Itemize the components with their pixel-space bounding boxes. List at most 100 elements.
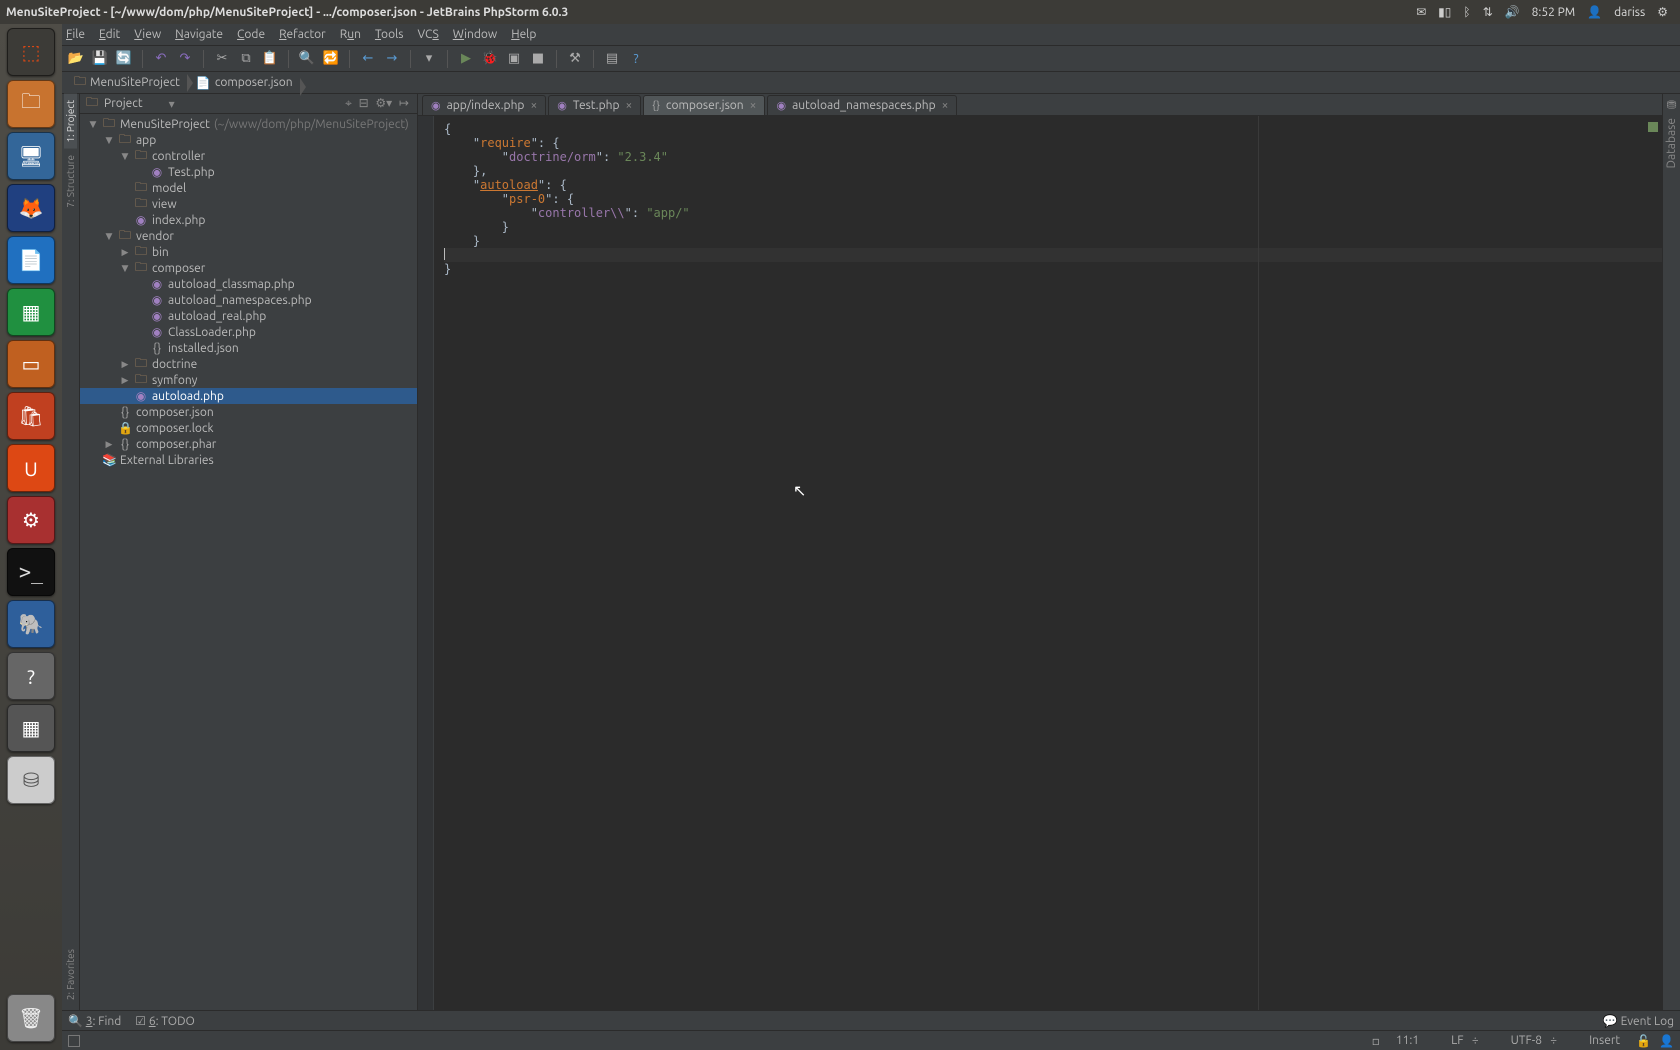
launcher-software-center[interactable]: 🛍 <box>7 392 55 440</box>
editor-tab[interactable]: ◉autoload_namespaces.php× <box>767 95 957 115</box>
launcher-ubuntu-one[interactable]: U <box>7 444 55 492</box>
launcher-terminal[interactable]: >_ <box>7 548 55 596</box>
coverage-icon[interactable]: ▣ <box>504 49 524 69</box>
breadcrumb-project[interactable]: 🗀 MenuSiteProject <box>66 72 188 93</box>
open-icon[interactable]: 📂 <box>66 49 86 69</box>
copy-icon[interactable]: ⧉ <box>236 49 256 69</box>
menu-file[interactable]: File <box>66 28 85 41</box>
tool-tab-todo[interactable]: ☑ 6: TODO <box>135 1014 195 1028</box>
debug-icon[interactable]: 🐞 <box>480 49 500 69</box>
launcher-display[interactable]: 🖥 <box>7 132 55 180</box>
tree-item[interactable]: {}installed.json <box>80 340 417 356</box>
run-icon[interactable]: ▶ <box>456 49 476 69</box>
session-gear-icon[interactable]: ⚙ <box>1657 5 1668 19</box>
launcher-firefox[interactable]: 🦊 <box>7 184 55 232</box>
code-line[interactable]: } <box>444 220 1662 234</box>
close-tab-icon[interactable]: × <box>530 99 537 112</box>
menu-tools[interactable]: Tools <box>375 28 404 41</box>
tree-item[interactable]: ◉autoload.php <box>80 388 417 404</box>
code-content[interactable]: { "require": { "doctrine/orm": "2.3.4" }… <box>436 122 1662 276</box>
back-icon[interactable]: ← <box>358 49 378 69</box>
forward-icon[interactable]: → <box>382 49 402 69</box>
tree-item[interactable]: ▼🗀vendor <box>80 228 417 244</box>
user-icon[interactable]: 👤 <box>1587 5 1602 19</box>
editor-tab[interactable]: ◉app/index.php× <box>422 95 546 115</box>
expand-arrow-icon[interactable]: ▶ <box>104 439 114 450</box>
stop-icon[interactable]: ■ <box>528 49 548 69</box>
tool-tab-database[interactable]: Database <box>1664 112 1679 175</box>
bluetooth-icon[interactable]: ᛒ <box>1463 6 1470 19</box>
settings-icon[interactable]: ⚒ <box>565 49 585 69</box>
paste-icon[interactable]: 📋 <box>260 49 280 69</box>
tree-item[interactable]: 🔒composer.lock <box>80 420 417 436</box>
tree-item[interactable]: ▶🗀symfony <box>80 372 417 388</box>
save-icon[interactable]: 💾 <box>90 49 110 69</box>
close-tab-icon[interactable]: × <box>625 99 632 112</box>
tool-tab-find[interactable]: 🔍 3: Find <box>68 1014 121 1028</box>
close-tab-icon[interactable]: × <box>942 99 949 112</box>
menu-view[interactable]: View <box>134 28 161 41</box>
launcher-libreoffice-impress[interactable]: ▭ <box>7 340 55 388</box>
view-mode-dropdown-icon[interactable]: ▾ <box>169 97 175 111</box>
file-encoding[interactable]: UTF-8 ÷ <box>1511 1034 1557 1047</box>
help-icon[interactable]: ? <box>626 49 646 69</box>
menu-navigate[interactable]: Navigate <box>175 28 223 41</box>
caret-position[interactable]: 11:1 <box>1396 1034 1419 1047</box>
menu-refactor[interactable]: Refactor <box>279 28 326 41</box>
breadcrumb-file[interactable]: 📄 composer.json <box>188 76 301 90</box>
close-tab-icon[interactable]: × <box>750 99 757 112</box>
panel-settings-icon[interactable]: ⚙▾ <box>375 97 392 110</box>
database-icon[interactable]: ⛃ <box>1666 98 1676 112</box>
insert-mode[interactable]: Insert <box>1589 1034 1620 1047</box>
find-icon[interactable]: 🔍 <box>297 49 317 69</box>
editor-tab[interactable]: ◉Test.php× <box>548 95 641 115</box>
tool-tab-favorites[interactable]: 2: Favorites <box>64 943 77 1006</box>
tool-tab-structure[interactable]: 7: Structure <box>64 149 77 214</box>
code-line[interactable]: { <box>444 122 1662 136</box>
menu-edit[interactable]: Edit <box>99 28 120 41</box>
tree-item[interactable]: ◉autoload_namespaces.php <box>80 292 417 308</box>
editor-tab[interactable]: {}composer.json× <box>643 95 765 115</box>
event-log-button[interactable]: 💬 Event Log <box>1603 1014 1674 1028</box>
launcher-help[interactable]: ? <box>7 652 55 700</box>
hide-panel-icon[interactable]: ↦ <box>399 97 409 110</box>
expand-arrow-icon[interactable]: ▶ <box>120 359 130 370</box>
launcher-libreoffice-writer[interactable]: 📄 <box>7 236 55 284</box>
network-icon[interactable]: ⇅ <box>1483 5 1493 19</box>
menu-vcs[interactable]: VCS <box>417 28 438 41</box>
battery-icon[interactable]: ▮▯ <box>1438 5 1451 19</box>
launcher-postgresql[interactable]: 🐘 <box>7 600 55 648</box>
launcher-dash[interactable]: ⬚ <box>7 28 55 76</box>
expand-arrow-icon[interactable]: ▼ <box>104 135 114 146</box>
tree-item[interactable]: ▼🗀app <box>80 132 417 148</box>
launcher-trash[interactable]: 🗑 <box>7 994 55 1042</box>
code-line[interactable]: "psr-0": { <box>444 192 1662 206</box>
run-config-dropdown[interactable]: ▾ <box>419 49 439 69</box>
tree-item[interactable]: ◉autoload_real.php <box>80 308 417 324</box>
readonly-lock-icon[interactable]: 🔓 <box>1636 1034 1651 1048</box>
collapse-all-icon[interactable]: ⊟ <box>359 97 369 110</box>
mail-icon[interactable]: ✉ <box>1416 5 1426 19</box>
code-line[interactable]: }, <box>444 164 1662 178</box>
structure-icon[interactable]: ▤ <box>602 49 622 69</box>
code-line[interactable]: "require": { <box>444 136 1662 150</box>
project-tree[interactable]: ▼🗀MenuSiteProject (~/www/dom/php/MenuSit… <box>80 114 417 1010</box>
undo-icon[interactable]: ↶ <box>151 49 171 69</box>
memory-indicator[interactable]: ▫ <box>1372 1034 1380 1048</box>
expand-arrow-icon[interactable]: ▼ <box>120 151 130 162</box>
launcher-files[interactable]: 🗀 <box>7 80 55 128</box>
code-line[interactable]: "controller\\": "app/" <box>444 206 1662 220</box>
tree-item[interactable]: ▼🗀composer <box>80 260 417 276</box>
code-line[interactable]: "doctrine/orm": "2.3.4" <box>444 150 1662 164</box>
tree-item[interactable]: ◉Test.php <box>80 164 417 180</box>
tool-windows-toggle-icon[interactable] <box>68 1035 80 1047</box>
tree-item[interactable]: ◉autoload_classmap.php <box>80 276 417 292</box>
tree-item[interactable]: 🗀model <box>80 180 417 196</box>
code-line[interactable]: } <box>444 262 1662 276</box>
expand-arrow-icon[interactable]: ▼ <box>104 231 114 242</box>
expand-arrow-icon[interactable]: ▶ <box>120 375 130 386</box>
line-separator[interactable]: LF ÷ <box>1451 1034 1478 1047</box>
code-line[interactable]: "autoload": { <box>444 178 1662 192</box>
menu-run[interactable]: Run <box>340 28 361 41</box>
replace-icon[interactable]: 🔁 <box>321 49 341 69</box>
